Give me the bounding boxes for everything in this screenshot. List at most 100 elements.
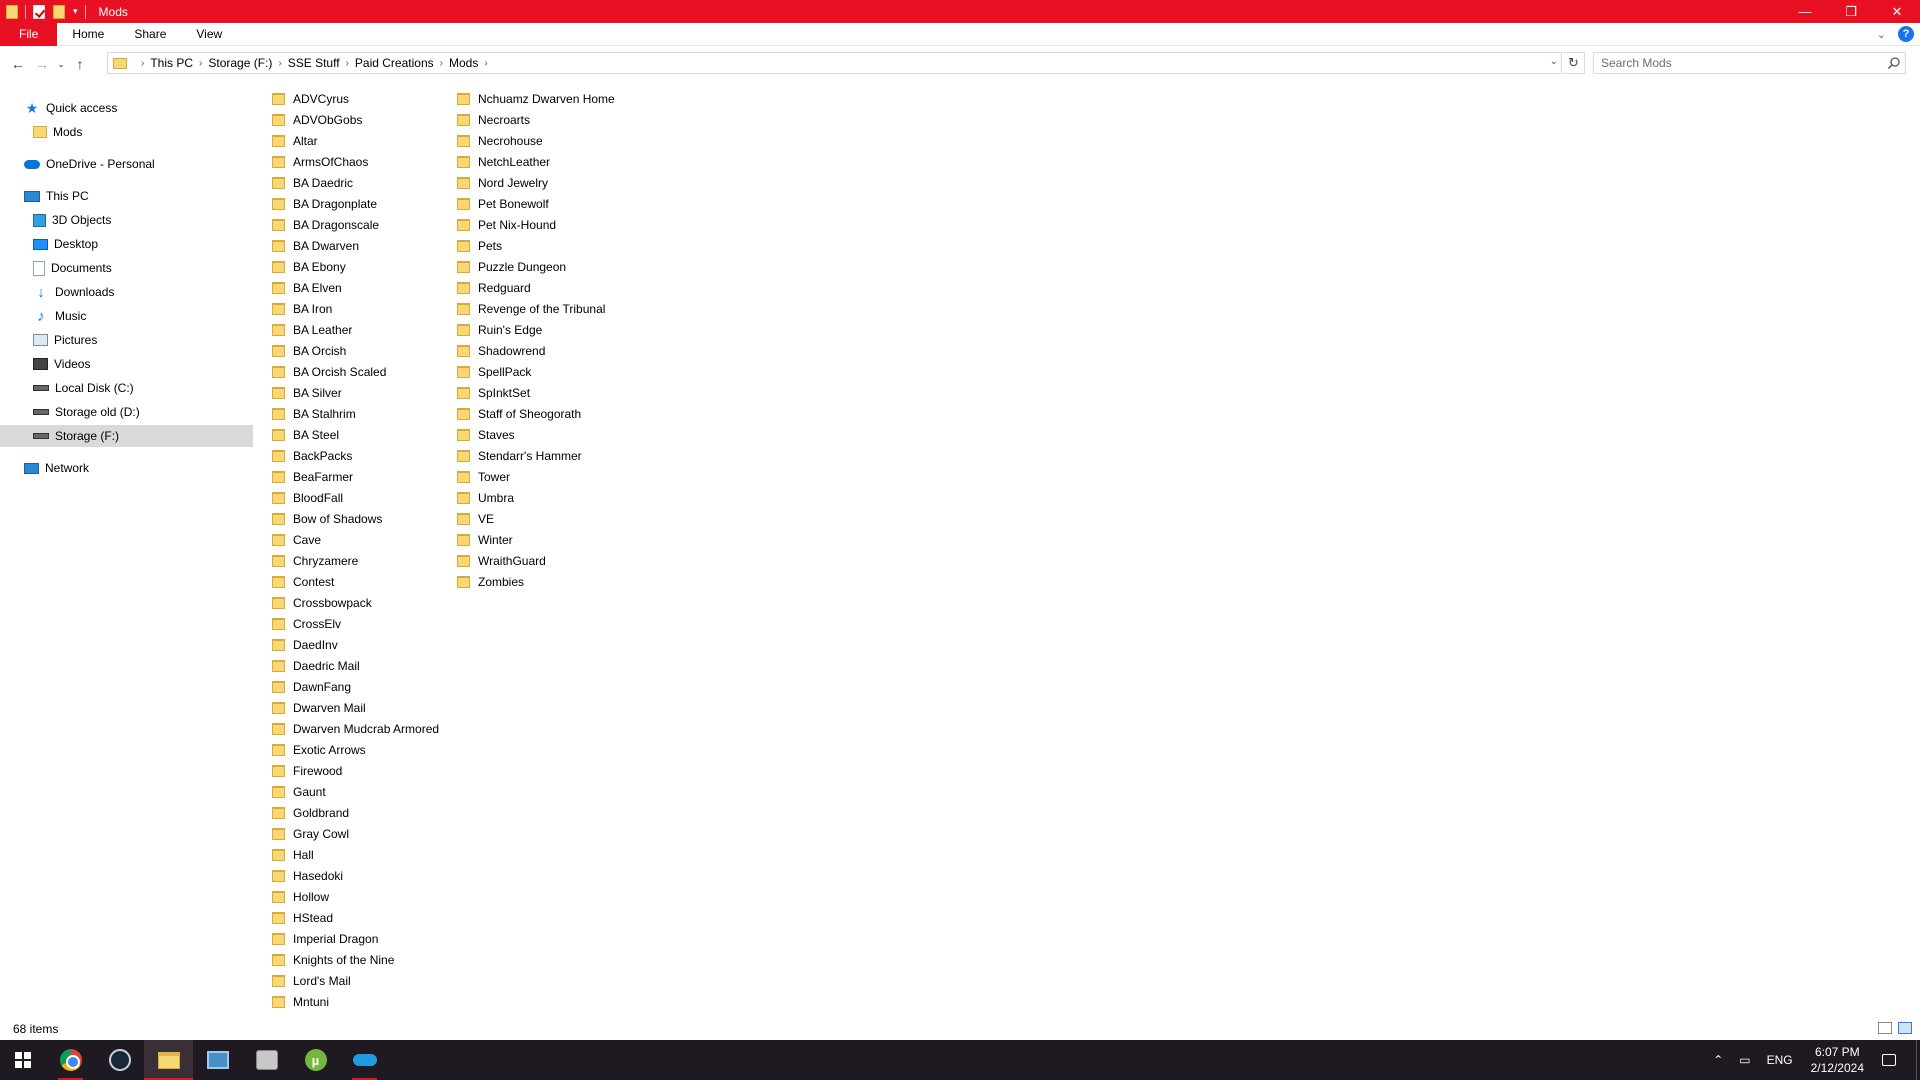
nav-3d-objects[interactable]: 3D Objects [33,209,111,231]
folder-item[interactable]: BA Daedric [272,172,353,193]
folder-item[interactable]: HStead [272,907,333,928]
customize-toolbar-dropdown[interactable]: ▾ [73,6,78,17]
tab-share[interactable]: Share [119,23,181,46]
taskbar-app[interactable] [242,1040,291,1080]
folder-item[interactable]: Winter [457,529,513,550]
new-folder-icon[interactable] [53,4,65,19]
large-icons-view-button[interactable] [1898,1022,1912,1034]
folder-item[interactable]: Hasedoki [272,865,343,886]
language-indicator[interactable]: ENG [1767,1053,1793,1067]
breadcrumb-sse-stuff[interactable]: SSE Stuff [288,56,340,70]
folder-item[interactable]: Mntuni [272,991,329,1012]
details-view-button[interactable] [1878,1022,1892,1034]
folder-item[interactable]: Hollow [272,886,329,907]
folder-item[interactable]: Umbra [457,487,514,508]
nav-network[interactable]: Network [24,457,89,479]
folder-item[interactable]: Shadowrend [457,340,545,361]
folder-item[interactable]: NetchLeather [457,151,550,172]
back-button[interactable]: ← [6,52,30,76]
folder-item[interactable]: BA Iron [272,298,332,319]
folder-item[interactable]: Lord's Mail [272,970,351,991]
folder-item[interactable]: ArmsOfChaos [272,151,368,172]
folder-item[interactable]: Contest [272,571,334,592]
folder-item[interactable]: BA Silver [272,382,342,403]
taskbar-steam[interactable] [95,1040,144,1080]
folder-item[interactable]: BA Dragonplate [272,193,377,214]
folder-item[interactable]: Gray Cowl [272,823,349,844]
folder-item[interactable]: DaedInv [272,634,338,655]
folder-item[interactable]: BA Stalhrim [272,403,356,424]
nav-storage-old-d[interactable]: Storage old (D:) [33,401,140,423]
restore-button[interactable]: ❐ [1828,0,1874,23]
nav-videos[interactable]: Videos [33,353,90,375]
tab-file[interactable]: File [0,22,58,46]
folder-item[interactable]: Pet Nix-Hound [457,214,556,235]
folder-item[interactable]: Necroarts [457,109,530,130]
folder-item[interactable]: WraithGuard [457,550,546,571]
folder-item[interactable]: Bow of Shadows [272,508,382,529]
folder-item[interactable]: SpInktSet [457,382,530,403]
folder-item[interactable]: BA Dwarven [272,235,359,256]
forward-button[interactable]: → [30,52,54,76]
breadcrumb-mods[interactable]: Mods [449,56,478,70]
taskbar-file-explorer[interactable] [144,1040,193,1080]
folder-item[interactable]: BA Leather [272,319,352,340]
folder-item[interactable]: Revenge of the Tribunal [457,298,605,319]
search-input[interactable]: Search Mods [1593,52,1906,74]
taskbar-utorrent[interactable]: µ [291,1040,340,1080]
folder-item[interactable]: Puzzle Dungeon [457,256,566,277]
nav-desktop[interactable]: Desktop [33,233,98,255]
nav-pictures[interactable]: Pictures [33,329,97,351]
folder-item[interactable]: ADVCyrus [272,88,349,109]
folder-item[interactable]: BeaFarmer [272,466,353,487]
folder-item[interactable]: Dwarven Mudcrab Armored [272,718,439,739]
folder-item[interactable]: Gaunt [272,781,326,802]
folder-item[interactable]: Cave [272,529,321,550]
folder-item[interactable]: Goldbrand [272,802,349,823]
recent-locations-dropdown[interactable]: ⌄ [54,52,68,76]
folder-item[interactable]: BA Orcish [272,340,346,361]
folder-item[interactable]: BA Orcish Scaled [272,361,386,382]
folder-item[interactable]: Crossbowpack [272,592,372,613]
notifications-button[interactable] [1882,1054,1896,1066]
close-button[interactable]: ✕ [1874,0,1920,23]
breadcrumb-this-pc[interactable]: This PC [150,56,193,70]
folder-item[interactable]: Exotic Arrows [272,739,366,760]
folder-item[interactable]: CrossElv [272,613,341,634]
chevron-right-icon[interactable]: › [484,58,487,69]
start-button[interactable] [0,1040,46,1080]
folder-item[interactable]: BackPacks [272,445,352,466]
folder-item[interactable]: Ruin's Edge [457,319,542,340]
folder-item[interactable]: BloodFall [272,487,343,508]
breadcrumb-storage-f[interactable]: Storage (F:) [208,56,272,70]
chevron-right-icon[interactable]: › [141,58,144,69]
address-history-dropdown[interactable]: ⌄ [1550,56,1558,67]
network-icon[interactable]: ▭ [1739,1053,1750,1067]
expand-ribbon-chevron-icon[interactable]: ⌄ [1877,28,1886,41]
minimize-button[interactable]: — [1782,0,1828,23]
taskbar-app[interactable] [193,1040,242,1080]
chevron-right-icon[interactable]: › [199,58,202,69]
nav-downloads[interactable]: ↓ Downloads [33,281,114,303]
folder-item[interactable]: Hall [272,844,314,865]
tab-view[interactable]: View [181,23,237,46]
folder-item[interactable]: Imperial Dragon [272,928,378,949]
chevron-right-icon[interactable]: › [346,58,349,69]
nav-storage-f[interactable]: Storage (F:) [0,425,253,447]
nav-music[interactable]: ♪ Music [33,305,86,327]
folder-item[interactable]: Knights of the Nine [272,949,394,970]
help-icon[interactable]: ? [1898,26,1914,42]
folder-item[interactable]: VE [457,508,494,529]
folder-item[interactable]: BA Dragonscale [272,214,379,235]
folder-item[interactable]: Daedric Mail [272,655,360,676]
folder-item[interactable]: Tower [457,466,510,487]
folder-item[interactable]: ADVObGobs [272,109,362,130]
folder-item[interactable]: Stendarr's Hammer [457,445,582,466]
nav-documents[interactable]: Documents [33,257,112,279]
show-hidden-icons-chevron-icon[interactable]: ⌃ [1713,1053,1723,1067]
nav-quick-access[interactable]: ★ Quick access [24,97,118,119]
folder-item[interactable]: BA Elven [272,277,342,298]
taskbar-chrome[interactable] [46,1040,95,1080]
show-desktop-button[interactable] [1916,1040,1920,1080]
folder-item[interactable]: Nchuamz Dwarven Home [457,88,615,109]
